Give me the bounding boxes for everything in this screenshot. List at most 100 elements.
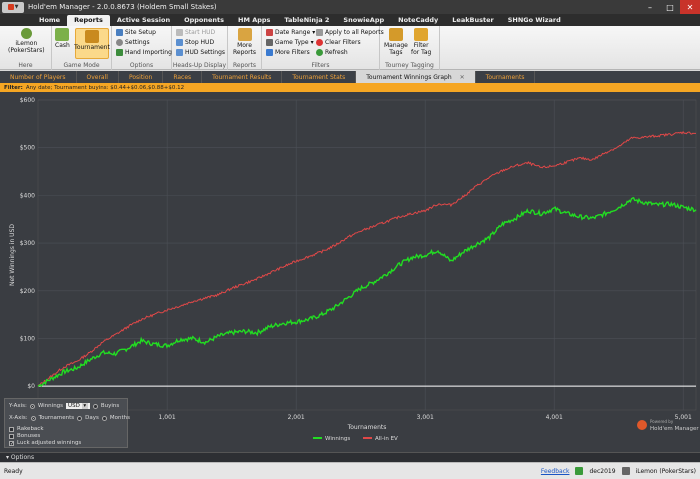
player-select-button[interactable]: iLemon (PokerStars): [8, 28, 45, 54]
tab-notecaddy[interactable]: NoteCaddy: [391, 15, 445, 26]
tab-leakbuster[interactable]: LeakBuster: [445, 15, 500, 26]
player-name: iLemon: [15, 40, 38, 47]
game-type-button[interactable]: Game Type ▾: [266, 39, 314, 46]
minimize-button[interactable]: –: [640, 0, 660, 14]
x-days-label: Days: [85, 415, 99, 421]
manage-tags-button[interactable]: Manage Tags: [384, 28, 408, 56]
y-buyins-label: Buyins: [100, 403, 120, 409]
hand-importing-button[interactable]: Hand Importing: [116, 49, 172, 56]
stop-hud-button[interactable]: Stop HUD: [176, 39, 214, 46]
y-tick-label: $300: [20, 240, 35, 247]
y-winnings-radio[interactable]: [29, 403, 35, 409]
play-icon: [176, 29, 183, 36]
x-tournaments-radio[interactable]: [30, 415, 36, 421]
tournament-button[interactable]: Tournament: [74, 28, 110, 59]
x-days-radio[interactable]: [77, 415, 83, 421]
group-reports: More Reports Reports: [228, 26, 262, 70]
axis-options-panel: Y-Axis: Winnings USD ▾ Buyins X-Axis: Tou…: [4, 398, 130, 448]
legend-label: Winnings: [325, 436, 350, 442]
database-icon: [575, 467, 584, 475]
y-tick-label: $500: [20, 145, 35, 152]
tab-hm-apps[interactable]: HM Apps: [231, 15, 277, 26]
x-axis-title: Tournaments: [347, 424, 387, 431]
tab-tournament-stats[interactable]: Tournament Stats: [282, 71, 357, 83]
more-reports-button[interactable]: More Reports: [233, 28, 256, 56]
group-label-game-mode: Game Mode: [63, 62, 100, 69]
group-hud: Start HUD Stop HUD HUD Settings Heads-Up…: [172, 26, 228, 70]
tab-active-session[interactable]: Active Session: [110, 15, 177, 26]
cash-label: Cash: [55, 42, 70, 49]
feedback-link[interactable]: Feedback: [541, 468, 570, 475]
refresh-button[interactable]: Refresh: [316, 49, 348, 56]
luck-adjusted-row: ✓ Luck adjusted winnings: [9, 440, 81, 446]
clear-filters-button[interactable]: Clear Filters: [316, 39, 361, 46]
group-label-tourney-tagging: Tourney Tagging: [385, 62, 434, 69]
y-tick-label: $200: [20, 288, 35, 295]
tab-tournaments[interactable]: Tournaments: [476, 71, 536, 83]
hud-settings-button[interactable]: HUD Settings: [176, 49, 225, 56]
tab-position[interactable]: Position: [119, 71, 164, 83]
chevron-down-icon: ▾: [81, 403, 88, 409]
hem-watermark-logo: [637, 420, 647, 430]
group-filters: Date Range ▾ Game Type ▾ More Filters Appl…: [262, 26, 384, 70]
close-button[interactable]: ✕: [680, 0, 700, 14]
refresh-label: Refresh: [325, 49, 348, 56]
app-menu-button[interactable]: ▼: [2, 1, 24, 13]
window-controls: – □ ✕: [640, 0, 700, 14]
x-months-radio[interactable]: [101, 415, 107, 421]
luck-adjusted-checkbox[interactable]: ✓: [9, 440, 14, 446]
tab-home[interactable]: Home: [32, 15, 67, 26]
tab-opponents[interactable]: Opponents: [177, 15, 231, 26]
more-filters-button[interactable]: More Filters: [266, 49, 310, 56]
tab-label: Tournament Winnings Graph: [366, 73, 452, 81]
chevron-down-icon: ▾: [312, 29, 316, 36]
start-hud-button[interactable]: Start HUD: [176, 29, 215, 36]
bonuses-checkbox[interactable]: [9, 433, 14, 439]
y-tick-label: $100: [20, 335, 35, 342]
tab-tournament-results[interactable]: Tournament Results: [202, 71, 283, 83]
group-label-filters: Filters: [311, 62, 330, 69]
y-buyins-radio[interactable]: [92, 403, 98, 409]
gear-icon: [116, 39, 123, 46]
maximize-button[interactable]: □: [660, 0, 680, 14]
game-type-label: Game Type: [275, 39, 309, 46]
options-bar[interactable]: ▾ Options: [0, 452, 700, 462]
group-label-options: Options: [129, 62, 154, 69]
tab-overall[interactable]: Overall: [77, 71, 119, 83]
tab-tableninja[interactable]: TableNinja 2: [277, 15, 336, 26]
trophy-icon: [85, 30, 99, 43]
tournament-label: Tournament: [74, 44, 110, 51]
x-tick-label: 5,001: [675, 414, 692, 421]
site-setup-button[interactable]: Site Setup: [116, 29, 156, 36]
filter-icon: [266, 49, 273, 56]
tab-tournament-winnings-graph[interactable]: Tournament Winnings Graph ✕: [356, 71, 476, 83]
date-range-button[interactable]: Date Range ▾: [266, 29, 315, 36]
x-axis-row: X-Axis: Tournaments Days Months: [9, 415, 130, 421]
tab-reports[interactable]: Reports: [67, 15, 110, 26]
tab-number-of-players[interactable]: Number of Players: [0, 71, 77, 83]
x-tick-label: 3,001: [417, 414, 434, 421]
title-bar: ▼ Hold'em Manager - 2.0.0.8673 (Holdem S…: [0, 0, 700, 14]
tab-races[interactable]: Races: [163, 71, 203, 83]
filter-label: Filter:: [4, 84, 23, 91]
more-reports-label-2: Reports: [233, 49, 257, 56]
rakeback-checkbox[interactable]: [9, 426, 14, 432]
refresh-icon: [316, 49, 323, 56]
group-tourney-tagging: Manage Tags Filter for Tag Tourney Taggi…: [380, 26, 440, 70]
y-axis-row: Y-Axis: Winnings USD ▾ Buyins: [9, 403, 119, 409]
y-axis-label: Y-Axis:: [9, 403, 27, 409]
currency-select[interactable]: USD ▾: [66, 403, 90, 409]
tab-shngo-wizard[interactable]: SHNGo Wizard: [501, 15, 568, 26]
settings-label: Settings: [125, 39, 150, 46]
cash-button[interactable]: Cash: [55, 28, 70, 49]
filter-for-tag-button[interactable]: Filter for Tag: [411, 28, 431, 56]
tab-snowieapp[interactable]: SnowieApp: [336, 15, 391, 26]
import-icon: [116, 49, 123, 56]
y-axis-title: Net Winnings in USD: [9, 224, 16, 286]
settings-button[interactable]: Settings: [116, 39, 150, 46]
close-tab-icon[interactable]: ✕: [460, 74, 465, 81]
plot-area: [37, 99, 697, 411]
watermark-line-2: Hold'em Manager: [650, 426, 699, 432]
group-here: iLemon (PokerStars) Here: [0, 26, 52, 70]
apply-all-reports-button[interactable]: Apply to all Reports: [316, 29, 384, 36]
